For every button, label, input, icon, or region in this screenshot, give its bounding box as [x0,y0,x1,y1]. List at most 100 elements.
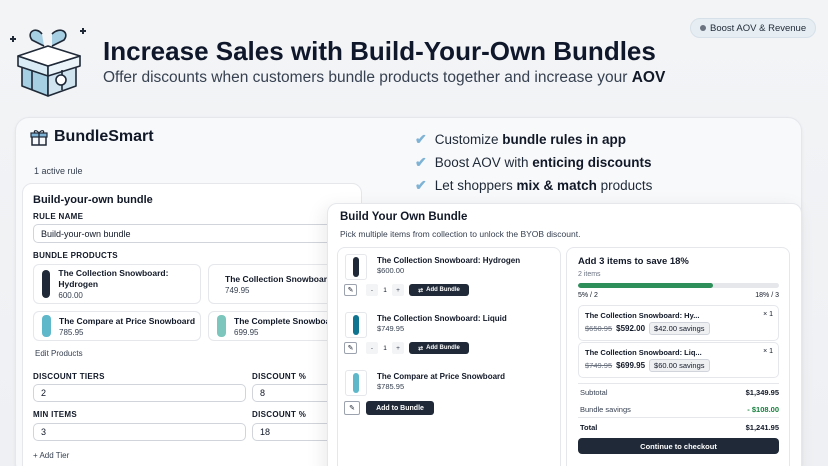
add-tier-button[interactable]: + Add Tier [33,451,69,460]
savings-value: - $108.00 [747,405,779,414]
hero-subtitle-emphasis: AOV [631,69,666,86]
snowboard-logo-icon [30,130,48,146]
subtotal-value: $1,349.95 [745,388,779,397]
discount-pct-label: DISCOUNT % [252,410,307,419]
product-name: The Complete Snowboard [234,315,339,326]
item-price: $749.95 [377,324,405,333]
snowboard-icon [353,315,359,335]
item-count: 2 items [578,271,601,278]
bundle-title: Build Your Own Bundle [340,211,468,223]
item-controls: ✎ - 1 + ⇄ Add Bundle [344,342,469,354]
summary-item-name: The Collection Snowboard: Liq... [585,348,702,357]
summary-title: Add 3 items to save 18% [578,256,689,267]
old-price: $749.95 [585,361,613,370]
tier-items-input[interactable]: 2 [33,384,246,402]
add-to-bundle-button[interactable]: Add to Bundle [366,401,434,415]
summary-item-prices: $749.95 $699.95 $60.00 savings [585,359,710,372]
product-thumbnail [345,370,367,396]
badge-label: Boost AOV & Revenue [710,22,807,34]
discount-pct-label: DISCOUNT % [252,372,307,381]
decrement-button[interactable]: - [366,342,378,354]
item-controls: ✎ Add to Bundle [344,401,434,415]
product-tile[interactable]: The Compare at Price Snowboard 785.95 [33,311,201,341]
new-price: $699.95 [616,361,646,370]
tier-low-label: 5% / 2 [578,292,598,299]
app-logo: BundleSmart [30,128,154,146]
gift-box-icon [10,28,86,97]
snowboard-icon [42,270,51,298]
feature-item: ✔ Boost AOV with enticing discounts [415,154,652,170]
item-price: $600.00 [377,266,405,275]
check-icon: ✔ [415,177,427,193]
add-bundle-button[interactable]: ⇄ Add Bundle [409,284,469,296]
check-icon: ✔ [415,131,427,147]
item-name: The Compare at Price Snowboard [377,372,506,381]
snowboard-icon [353,257,359,277]
hero-subtitle: Offer discounts when customers bundle pr… [103,69,666,86]
savings-badge: $42.00 savings [649,322,710,335]
snowboard-icon [217,315,226,337]
feature-item: ✔ Let shoppers mix & match products [415,177,653,193]
product-list [337,247,561,466]
subtotal-label: Subtotal [580,388,608,397]
quantity-value: 1 [383,344,387,352]
divider [578,417,779,418]
bundle-icon: ⇄ [418,345,424,352]
rule-name-input[interactable]: Build-your-own bundle [33,224,353,243]
increment-button[interactable]: + [392,342,404,354]
savings-label: Bundle savings [580,405,631,414]
product-price: 699.95 [234,327,259,337]
edit-icon[interactable]: ✎ [344,342,357,354]
product-price: 600.00 [58,291,83,300]
checkout-button[interactable]: Continue to checkout [578,438,779,454]
product-thumbnail [345,254,367,280]
total-label: Total [580,423,598,432]
summary-item-qty: × 1 [763,311,773,318]
tier-high-label: 18% / 3 [755,292,779,299]
product-name: The Collection Snowboard: Hydrogen [58,268,169,289]
bundle-icon: ⇄ [418,287,424,294]
item-price: $785.95 [377,382,405,391]
badge-dot-icon [700,25,706,31]
item-name: The Collection Snowboard: Hydrogen [377,256,521,265]
snowboard-icon [42,315,51,337]
product-price: 785.95 [59,327,84,337]
snowboard-icon [353,373,359,393]
min-items-label: MIN ITEMS [33,410,78,419]
decrement-button[interactable]: - [366,284,378,296]
old-price: $650.95 [585,324,613,333]
summary-item-qty: × 1 [763,348,773,355]
item-name: The Collection Snowboard: Liquid [377,314,507,323]
add-bundle-button[interactable]: ⇄ Add Bundle [409,342,469,354]
item-controls: ✎ - 1 + ⇄ Add Bundle [344,284,469,296]
quantity-value: 1 [383,286,387,294]
discount-tiers-label: DISCOUNT TIERS [33,372,105,381]
progress-fill [578,283,713,288]
summary-item-name: The Collection Snowboard: Hy... [585,311,700,320]
progress-bar [578,283,779,288]
rule-name-label: RULE NAME [33,212,84,221]
min-items-input[interactable]: 3 [33,423,246,441]
active-rule-count: 1 active rule [34,166,83,176]
savings-badge: $60.00 savings [649,359,710,372]
summary-item-prices: $650.95 $592.00 $42.00 savings [585,322,710,335]
product-name: The Compare at Price Snowboard [59,315,196,326]
feature-item: ✔ Customize bundle rules in app [415,131,627,147]
product-thumbnail [345,312,367,338]
product-tile[interactable]: The Collection Snowboard: Hydrogen 600.00 [33,264,201,304]
bundle-subtitle: Pick multiple items from collection to u… [340,229,581,239]
edit-icon[interactable]: ✎ [344,401,360,415]
app-name: BundleSmart [54,128,154,145]
new-price: $592.00 [616,324,646,333]
check-icon: ✔ [415,154,427,170]
edit-products-link[interactable]: Edit Products [35,349,83,358]
aov-badge: Boost AOV & Revenue [690,18,817,38]
hero-title: Increase Sales with Build-Your-Own Bundl… [103,36,656,66]
feature-list: ✔ Customize bundle rules in app ✔ Boost AO… [415,128,652,197]
bundle-products-label: BUNDLE PRODUCTS [33,251,118,260]
divider [578,383,779,384]
builder-title: Build-your-own bundle [33,194,153,206]
increment-button[interactable]: + [392,284,404,296]
total-value: $1,241.95 [745,423,779,432]
edit-icon[interactable]: ✎ [344,284,357,296]
